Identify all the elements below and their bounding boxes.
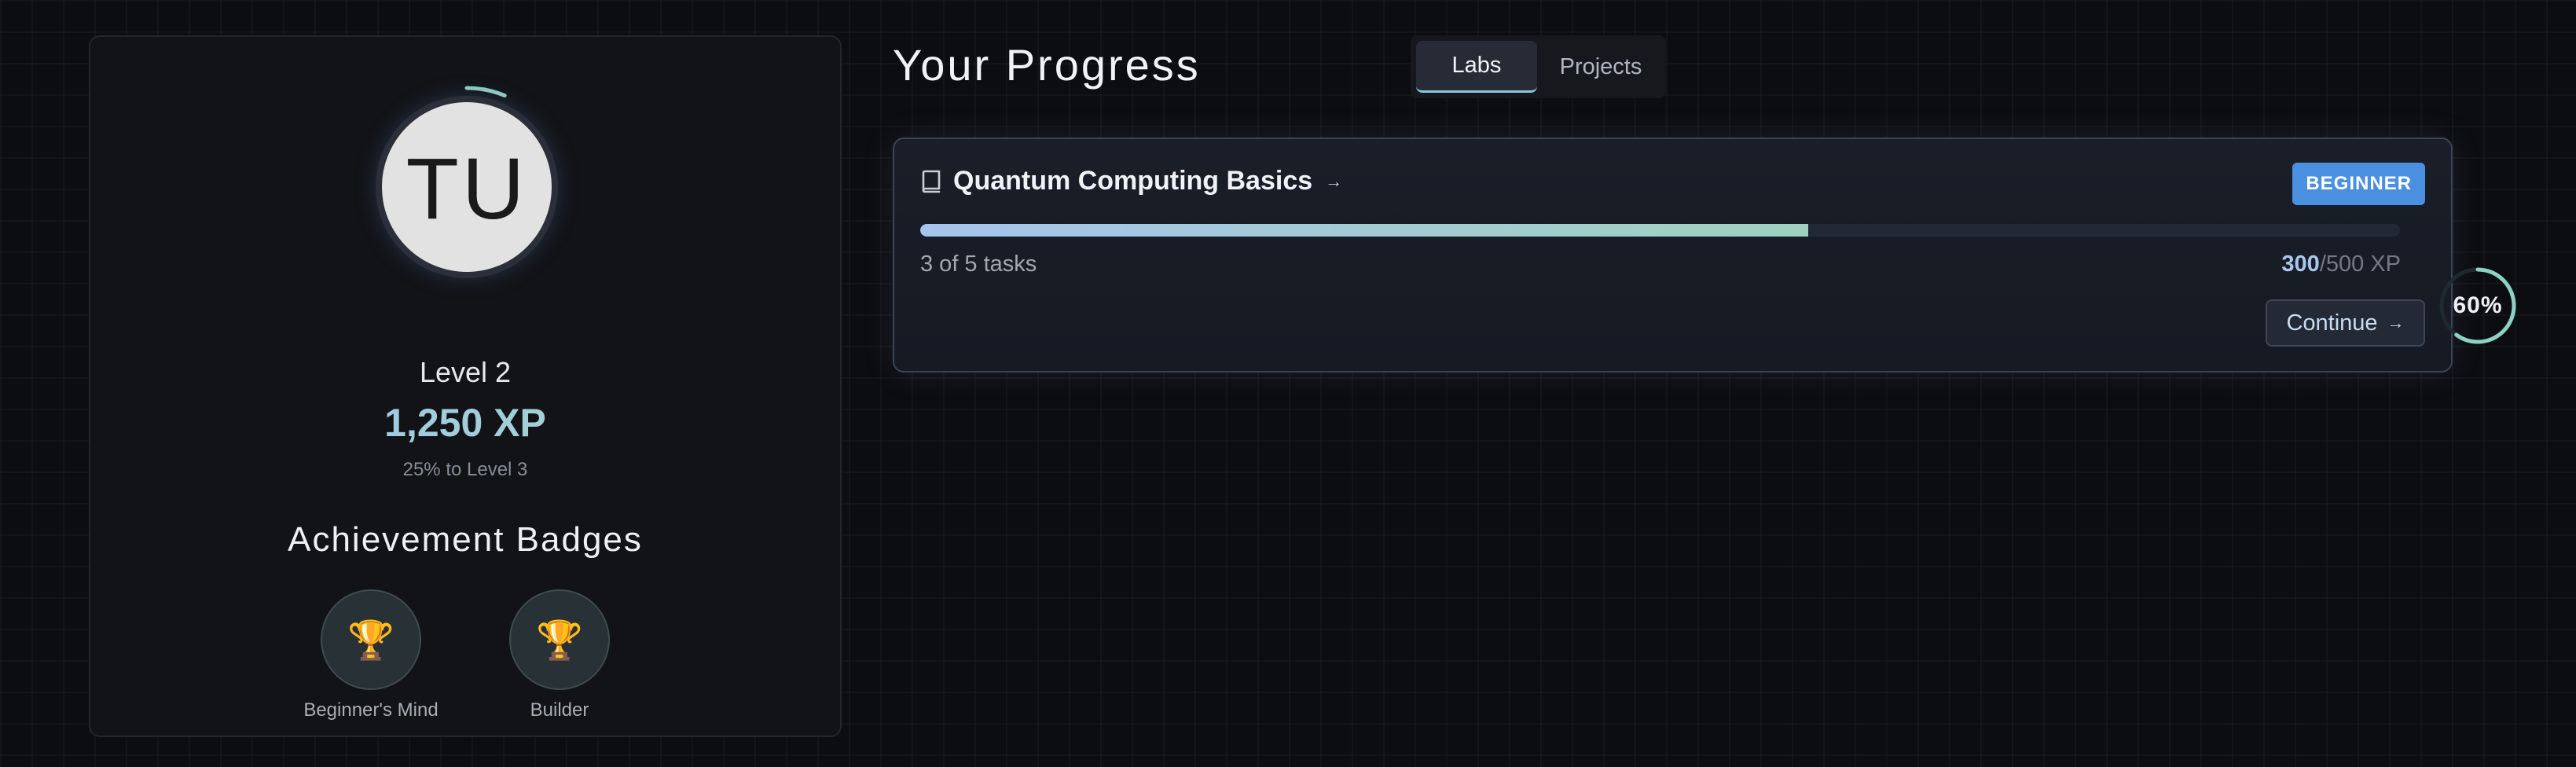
level-label: Level 2 [419, 356, 512, 388]
badges-row: 🏆 Beginner's Mind 🏆 Builder [90, 589, 840, 721]
lab-percent-ring: 60% [2438, 266, 2517, 345]
page-title: Your Progress [893, 40, 1201, 90]
trophy-icon: 🏆 [321, 589, 421, 690]
lab-xp-total: /500 XP [2319, 251, 2401, 277]
trophy-icon: 🏆 [509, 589, 610, 690]
lab-title: Quantum Computing Basics [953, 166, 1313, 196]
continue-button[interactable]: Continue → [2266, 299, 2425, 347]
badge-label: Builder [530, 699, 589, 721]
percent-label: 60% [2453, 292, 2503, 318]
xp-total: 1,250 XP [90, 400, 840, 446]
profile-panel: TU Level 2 1,250 XP 25% to Level 3 Achie… [89, 35, 842, 737]
lab-card: Quantum Computing Basics → BEGINNER 3 of… [893, 138, 2453, 372]
avatar: TU [376, 96, 558, 278]
badge-builder[interactable]: 🏆 Builder [486, 589, 633, 721]
book-icon [920, 169, 942, 194]
lab-xp-progress: 300/500 XP [2281, 251, 2401, 277]
tab-projects[interactable]: Projects [1542, 41, 1660, 93]
continue-label: Continue [2286, 310, 2378, 336]
next-level-progress-text: 25% to Level 3 [402, 459, 528, 480]
badge-label: Beginner's Mind [303, 699, 439, 721]
tab-labs[interactable]: Labs [1416, 41, 1537, 93]
difficulty-badge: BEGINNER [2292, 163, 2425, 205]
lab-progress-bar [920, 224, 2400, 237]
lab-title-link[interactable]: Quantum Computing Basics → [920, 166, 1342, 196]
tasks-count: 3 of 5 tasks [920, 251, 1037, 277]
lab-progress-fill [920, 224, 1808, 237]
badge-beginners-mind[interactable]: 🏆 Beginner's Mind [297, 589, 445, 721]
achievement-badges-heading: Achievement Badges [288, 520, 643, 559]
view-tabs: Labs Projects [1411, 35, 1666, 98]
arrow-right-icon: → [1325, 171, 1343, 191]
avatar-wrap: TU [362, 83, 571, 292]
arrow-right-icon: → [2387, 313, 2405, 332]
lab-xp-earned: 300 [2281, 251, 2320, 277]
